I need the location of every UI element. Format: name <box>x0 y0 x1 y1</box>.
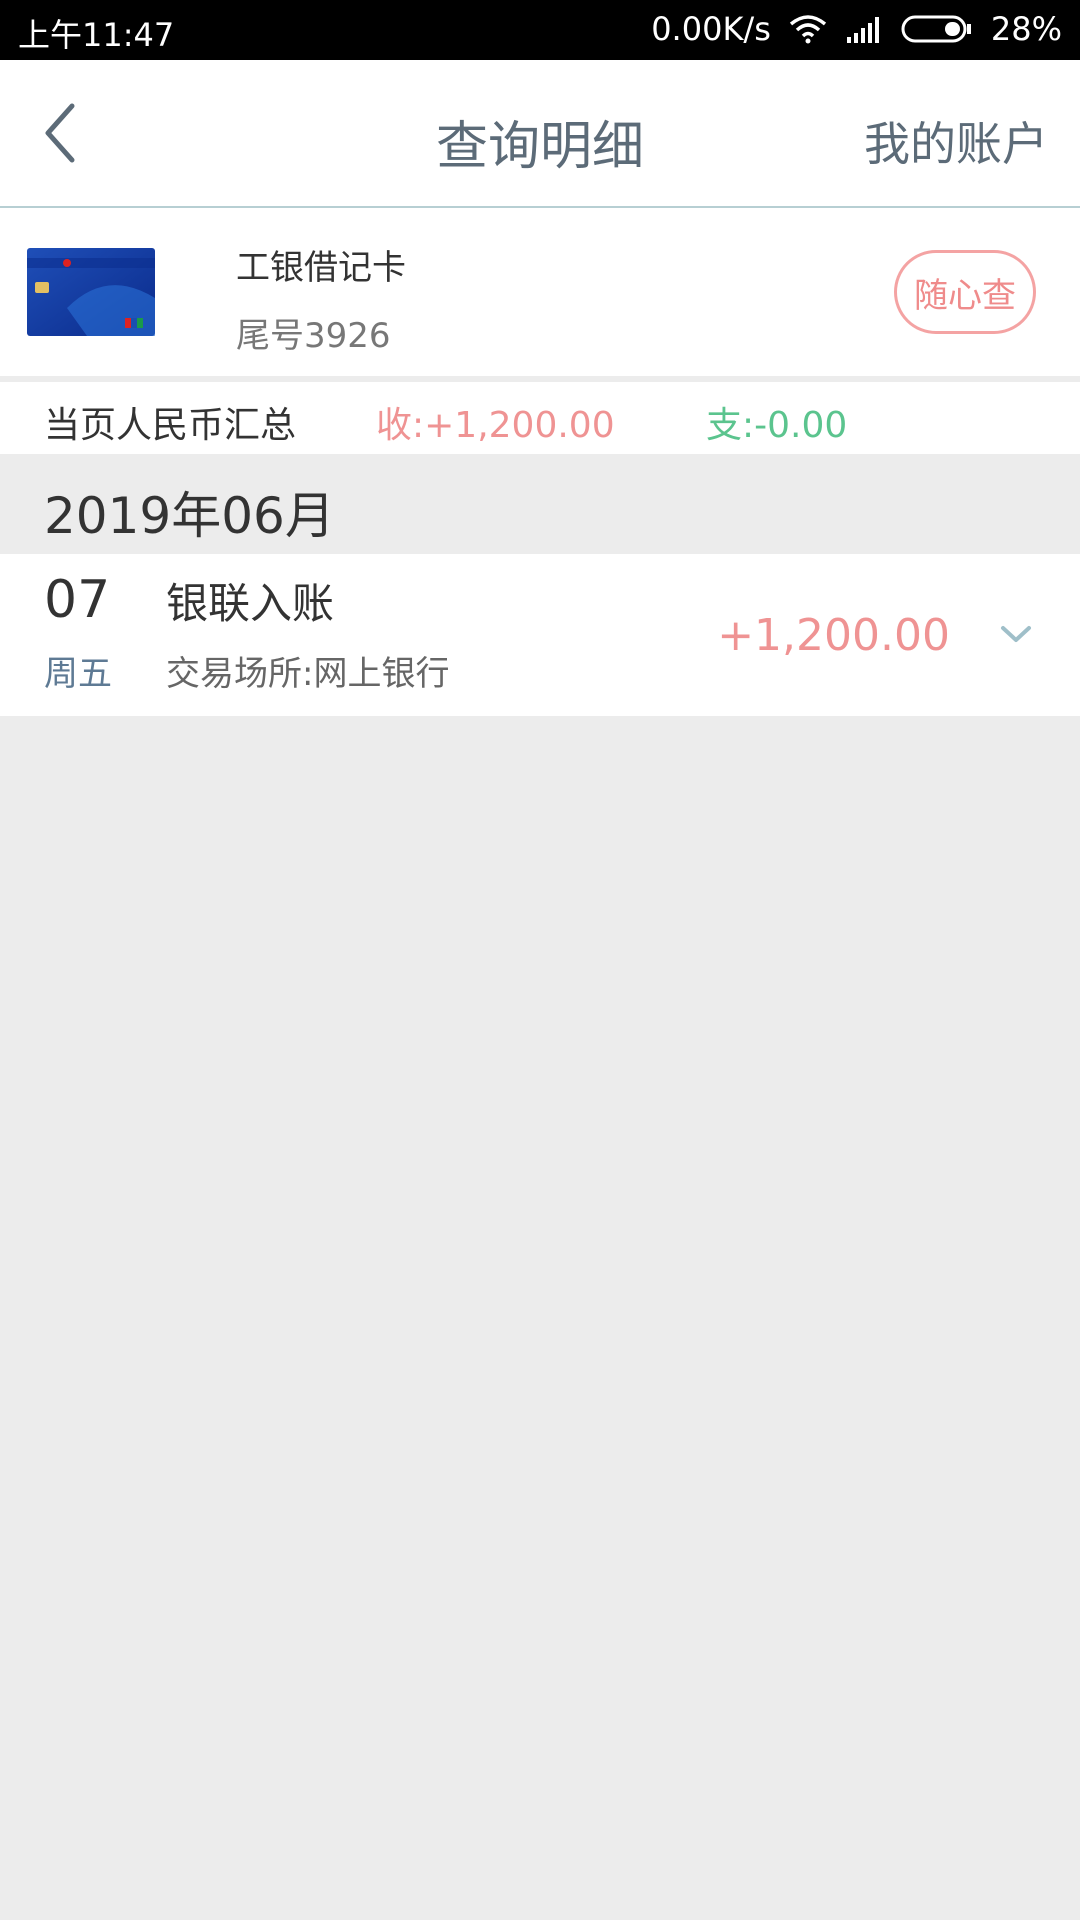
transaction-weekday: 周五 <box>44 654 112 694</box>
card-info[interactable]: 工银借记卡 尾号3926 随心查 <box>0 208 1080 376</box>
nav-bar: 查询明细 我的账户 <box>0 60 1080 208</box>
bank-card-image <box>27 248 155 336</box>
card-name: 工银借记卡 <box>236 248 406 288</box>
transaction-day: 07 <box>44 570 111 630</box>
transaction-description: 银联入账 <box>166 579 335 628</box>
summary-income: 收:+1,200.00 <box>376 405 615 446</box>
wifi-icon <box>789 14 827 44</box>
net-speed: 0.00K/s <box>651 10 771 48</box>
my-account-link[interactable]: 我的账户 <box>864 108 1048 174</box>
status-indicators: 0.00K/s 28% <box>651 10 1062 48</box>
month-label: 2019年06月 <box>44 487 335 545</box>
card-tail-number: 尾号3926 <box>236 316 391 356</box>
quick-query-button[interactable]: 随心查 <box>894 250 1036 334</box>
transaction-place: 交易场所:网上银行 <box>166 654 450 694</box>
page-summary: 当页人民币汇总 收:+1,200.00 支:-0.00 <box>0 382 1080 454</box>
summary-expense: 支:-0.00 <box>706 405 848 446</box>
transaction-row[interactable]: 07 周五 银联入账 交易场所:网上银行 +1,200.00 <box>0 554 1080 716</box>
battery-percent: 28% <box>990 10 1062 48</box>
transaction-amount: +1,200.00 <box>717 610 950 661</box>
chevron-down-icon[interactable] <box>998 620 1034 648</box>
signal-icon <box>845 15 883 43</box>
status-bar: 上午11:47 0.00K/s 28% <box>0 0 1080 60</box>
month-header: 2019年06月 <box>0 454 1080 554</box>
summary-label: 当页人民币汇总 <box>44 405 297 446</box>
status-time: 上午11:47 <box>18 16 175 54</box>
battery-icon <box>901 14 973 44</box>
